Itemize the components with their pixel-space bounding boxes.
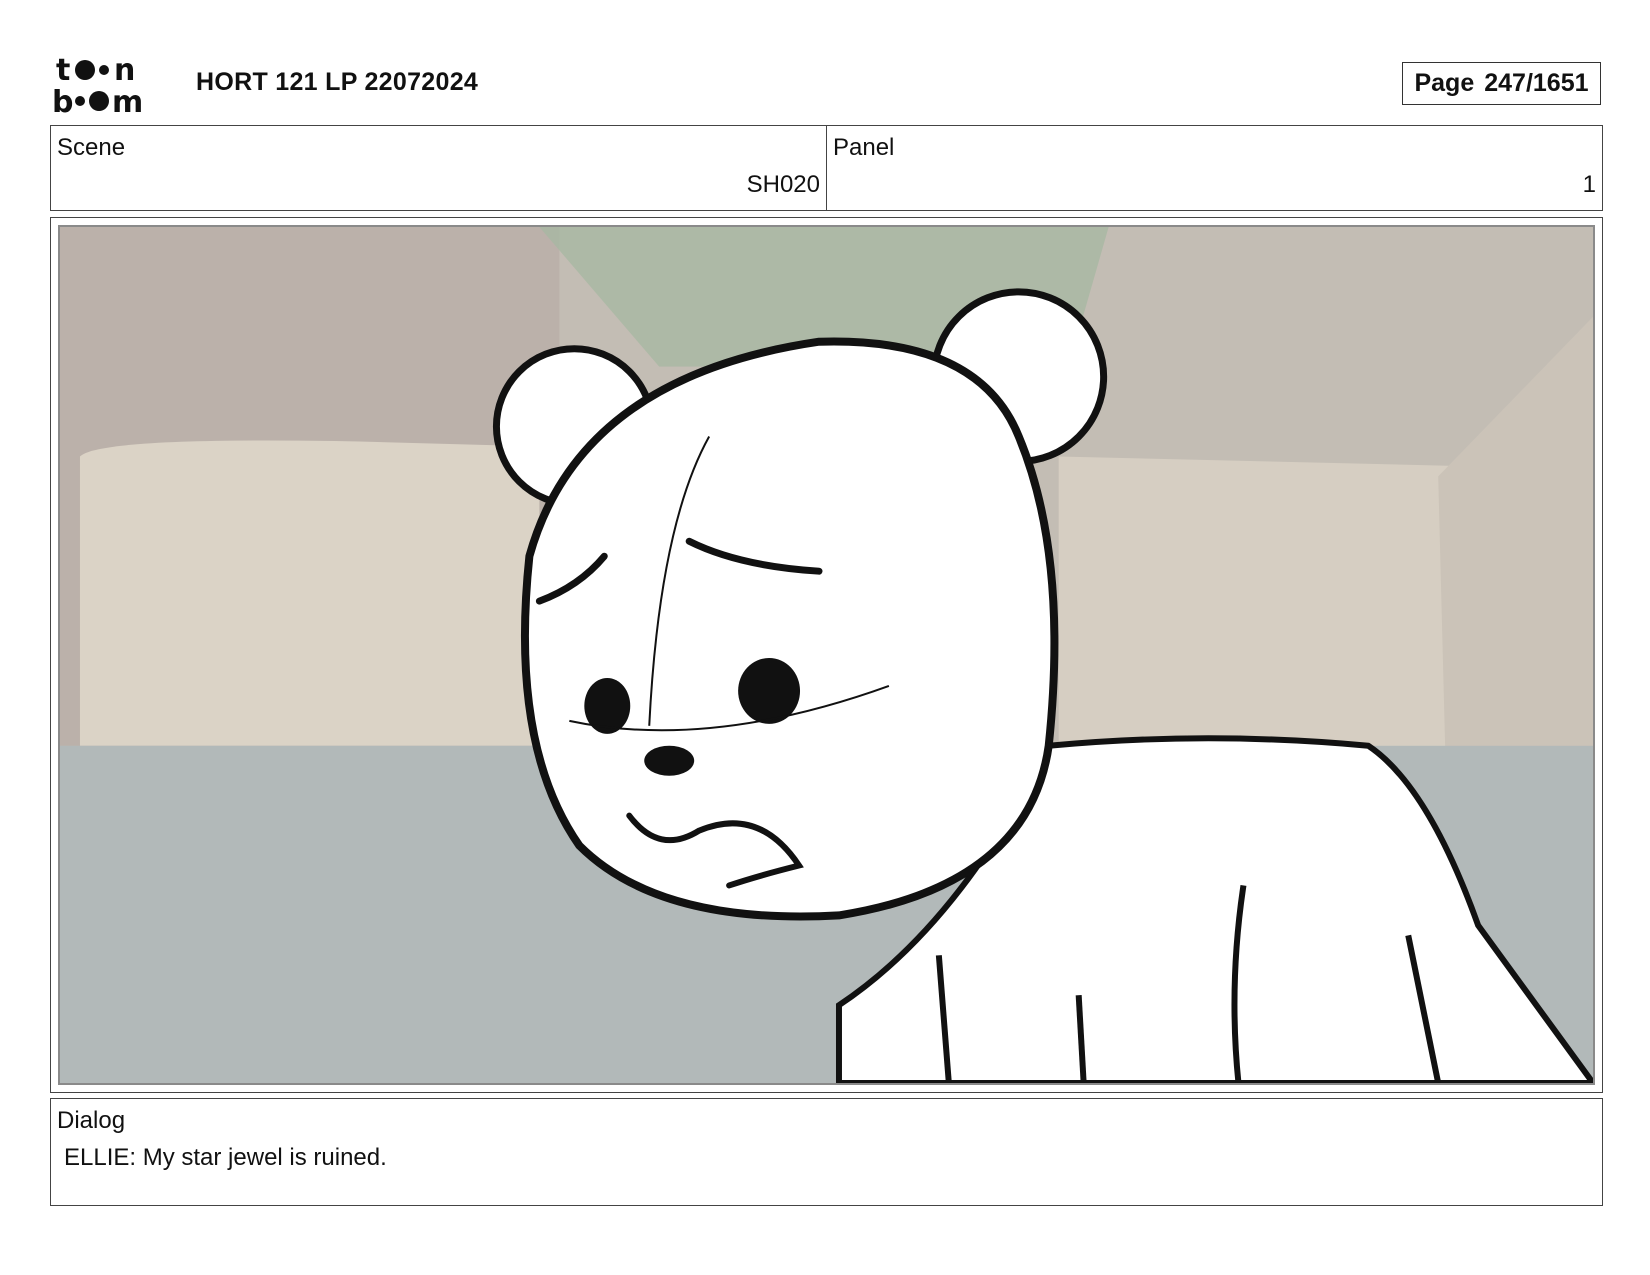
svg-text:t: t [56,53,70,88]
bear-sketch-image [60,227,1593,1083]
scene-panel-info: Scene SH020 Panel 1 [50,125,1603,211]
dialog-box: Dialog ELLIE: My star jewel is ruined. [50,1098,1603,1206]
scene-label: Scene [57,134,126,161]
page-number: 247/1651 [1484,69,1589,97]
dialog-label: Dialog [57,1107,126,1134]
panel-value: 1 [1582,171,1596,198]
panel-image [58,225,1595,1085]
toonboom-logo: t n b m [52,52,167,120]
document-title: HORT 121 LP 22072024 [196,68,479,96]
dialog-text: ELLIE: My star jewel is ruined. [64,1144,387,1171]
svg-text:n: n [114,53,135,88]
page-label: Page [1414,69,1475,97]
panel-label: Panel [833,134,895,161]
page-indicator: Page 247/1651 [1402,62,1601,105]
storyboard-panel [50,217,1603,1093]
scene-value: SH020 [746,171,820,198]
svg-text:b: b [52,85,73,116]
scene-cell: Scene SH020 [51,126,826,210]
panel-cell: Panel 1 [826,126,1602,210]
svg-text:m: m [112,85,143,116]
